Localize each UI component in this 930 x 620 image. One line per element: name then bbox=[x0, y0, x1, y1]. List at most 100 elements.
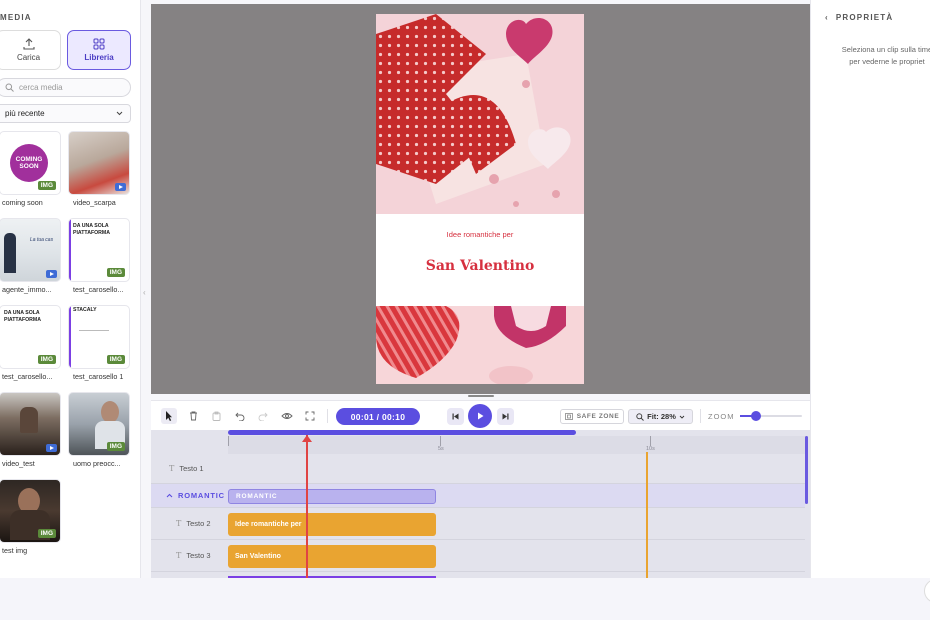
video-badge-icon bbox=[46, 444, 57, 452]
properties-title[interactable]: ‹ PROPRIETÀ bbox=[825, 13, 893, 22]
media-item-test-carosello-1[interactable]: STACALY IMG bbox=[68, 305, 130, 369]
clip-end-marker bbox=[646, 452, 648, 578]
coming-soon-thumbnail: COMING SOON bbox=[10, 144, 48, 182]
fullscreen-icon bbox=[305, 411, 315, 421]
group-clip[interactable]: ROMANTIC bbox=[228, 489, 436, 504]
timeline[interactable]: 5s 10s T Testo 1 ROMANTIC ROMANTIC T Tes… bbox=[151, 430, 810, 578]
sort-value: più recente bbox=[5, 109, 45, 118]
media-item-label: test img bbox=[2, 546, 28, 555]
image-badge: IMG bbox=[37, 355, 56, 364]
video-editor: MEDIA Carica Libreria cerca media più re… bbox=[0, 0, 930, 620]
track-label-text: Testo 1 bbox=[179, 464, 204, 473]
ruler-tick-label: 5s bbox=[438, 446, 444, 452]
image-badge: IMG bbox=[106, 442, 125, 451]
search-icon bbox=[5, 83, 14, 92]
undo-icon bbox=[235, 412, 245, 421]
media-item-label: agente_immo... bbox=[2, 285, 52, 294]
hearts-illustration bbox=[376, 306, 584, 384]
skip-forward-button[interactable] bbox=[497, 408, 514, 425]
play-button[interactable] bbox=[468, 404, 492, 428]
media-item-test-carosello[interactable]: DA UNA SOLA PIATTAFORMA IMG bbox=[0, 305, 61, 369]
track-row[interactable]: T Testo 2 Idee romantiche per bbox=[151, 508, 805, 540]
preview-button[interactable] bbox=[279, 408, 295, 424]
ruler-tick bbox=[650, 436, 651, 446]
skip-back-button[interactable] bbox=[447, 408, 464, 425]
upload-button[interactable]: Carica bbox=[0, 30, 61, 70]
playhead-handle[interactable] bbox=[302, 435, 312, 442]
text-clip[interactable]: San Valentino bbox=[228, 545, 436, 568]
media-item-label: video_scarpa bbox=[73, 198, 116, 207]
hearts-image bbox=[376, 306, 584, 384]
group-label-text: ROMANTIC bbox=[178, 491, 225, 500]
play-icon bbox=[477, 412, 483, 420]
upload-icon bbox=[22, 38, 35, 50]
properties-panel: ‹ PROPRIETÀ Seleziona un clip sulla time … bbox=[810, 0, 930, 578]
gift-image bbox=[376, 14, 584, 214]
track-label-text: Testo 3 bbox=[186, 551, 211, 560]
library-button[interactable]: Libreria bbox=[67, 30, 131, 70]
sort-select[interactable]: più recente bbox=[0, 104, 131, 123]
media-item-video-scarpa[interactable] bbox=[68, 131, 130, 195]
playhead[interactable] bbox=[306, 435, 308, 578]
preview-frame[interactable]: Idee romantiche per San Valentino bbox=[376, 14, 584, 384]
image-badge: IMG bbox=[106, 268, 125, 277]
safe-zone-toggle[interactable]: SAFE ZONE bbox=[560, 409, 624, 424]
text-icon: T bbox=[169, 464, 175, 473]
properties-title-text: PROPRIETÀ bbox=[835, 13, 894, 22]
safe-zone-icon bbox=[564, 413, 573, 420]
video-badge-icon bbox=[46, 270, 57, 278]
group-label[interactable]: ROMANTIC bbox=[151, 484, 228, 507]
preview-title: San Valentino bbox=[425, 258, 535, 274]
upload-button-label: Carica bbox=[16, 53, 41, 62]
zoom-slider-handle[interactable] bbox=[750, 411, 761, 421]
redo-button[interactable] bbox=[255, 408, 271, 424]
redo-icon bbox=[258, 412, 268, 421]
media-panel-title: MEDIA bbox=[0, 13, 32, 22]
time-display: 00:01 / 00:10 bbox=[336, 408, 420, 425]
text-clip[interactable]: Idee romantiche per bbox=[228, 513, 436, 536]
clipboard-icon bbox=[212, 411, 220, 421]
timeline-scrollbar[interactable] bbox=[805, 436, 808, 504]
search-placeholder: cerca media bbox=[19, 83, 63, 92]
thumb-caption: La tua cas bbox=[30, 237, 54, 243]
media-item-agente-immo[interactable]: La tua cas bbox=[0, 218, 61, 282]
ruler-tick bbox=[228, 436, 229, 446]
fullscreen-button[interactable] bbox=[302, 408, 318, 424]
resize-handle[interactable] bbox=[468, 395, 494, 397]
zoom-slider[interactable] bbox=[740, 411, 802, 421]
accent-bar bbox=[69, 306, 71, 368]
timeline-scroll-bar[interactable] bbox=[228, 430, 576, 435]
image-badge: IMG bbox=[37, 181, 56, 190]
media-item-video-test[interactable] bbox=[0, 392, 61, 456]
track-label: T Testo 1 bbox=[151, 454, 228, 483]
media-item-uomo-preocc[interactable]: IMG bbox=[68, 392, 130, 456]
accent-bar bbox=[69, 219, 71, 281]
skip-back-icon bbox=[452, 413, 459, 420]
select-tool-button[interactable] bbox=[161, 408, 177, 424]
divider bbox=[79, 330, 109, 331]
media-item-label: video_test bbox=[2, 459, 35, 468]
undo-button[interactable] bbox=[232, 408, 248, 424]
track-label-text: Testo 2 bbox=[186, 519, 211, 528]
grid-icon bbox=[93, 38, 105, 50]
delete-button[interactable] bbox=[185, 408, 201, 424]
skip-forward-icon bbox=[502, 413, 509, 420]
chevron-left-icon: ‹ bbox=[825, 13, 829, 22]
time-ruler[interactable]: 5s 10s bbox=[228, 436, 805, 454]
track-row[interactable]: T Testo 3 San Valentino bbox=[151, 540, 805, 572]
magnifier-icon bbox=[636, 412, 644, 421]
collapse-panel-icon[interactable]: ‹ bbox=[143, 288, 146, 297]
timeline-toolbar: 00:01 / 00:10 SAFE ZONE Fit: 28% ZOOM bbox=[151, 400, 810, 430]
slide-caption: DA UNA SOLA PIATTAFORMA bbox=[4, 310, 41, 323]
track-row[interactable]: T Testo 1 bbox=[151, 454, 805, 484]
text-icon: T bbox=[176, 519, 182, 528]
fit-zoom-select[interactable]: Fit: 28% bbox=[628, 409, 693, 424]
media-item-test-img[interactable]: IMG bbox=[0, 479, 61, 543]
media-search-input[interactable]: cerca media bbox=[0, 78, 131, 97]
media-item-coming-soon[interactable]: COMING SOON IMG bbox=[0, 131, 61, 195]
duplicate-button[interactable] bbox=[208, 408, 224, 424]
separator bbox=[327, 409, 328, 423]
track-group-row[interactable]: ROMANTIC ROMANTIC bbox=[151, 484, 805, 508]
media-item-test-carosello[interactable]: DA UNA SOLA PIATTAFORMA IMG bbox=[68, 218, 130, 282]
media-item-label: test_carosello... bbox=[73, 285, 124, 294]
